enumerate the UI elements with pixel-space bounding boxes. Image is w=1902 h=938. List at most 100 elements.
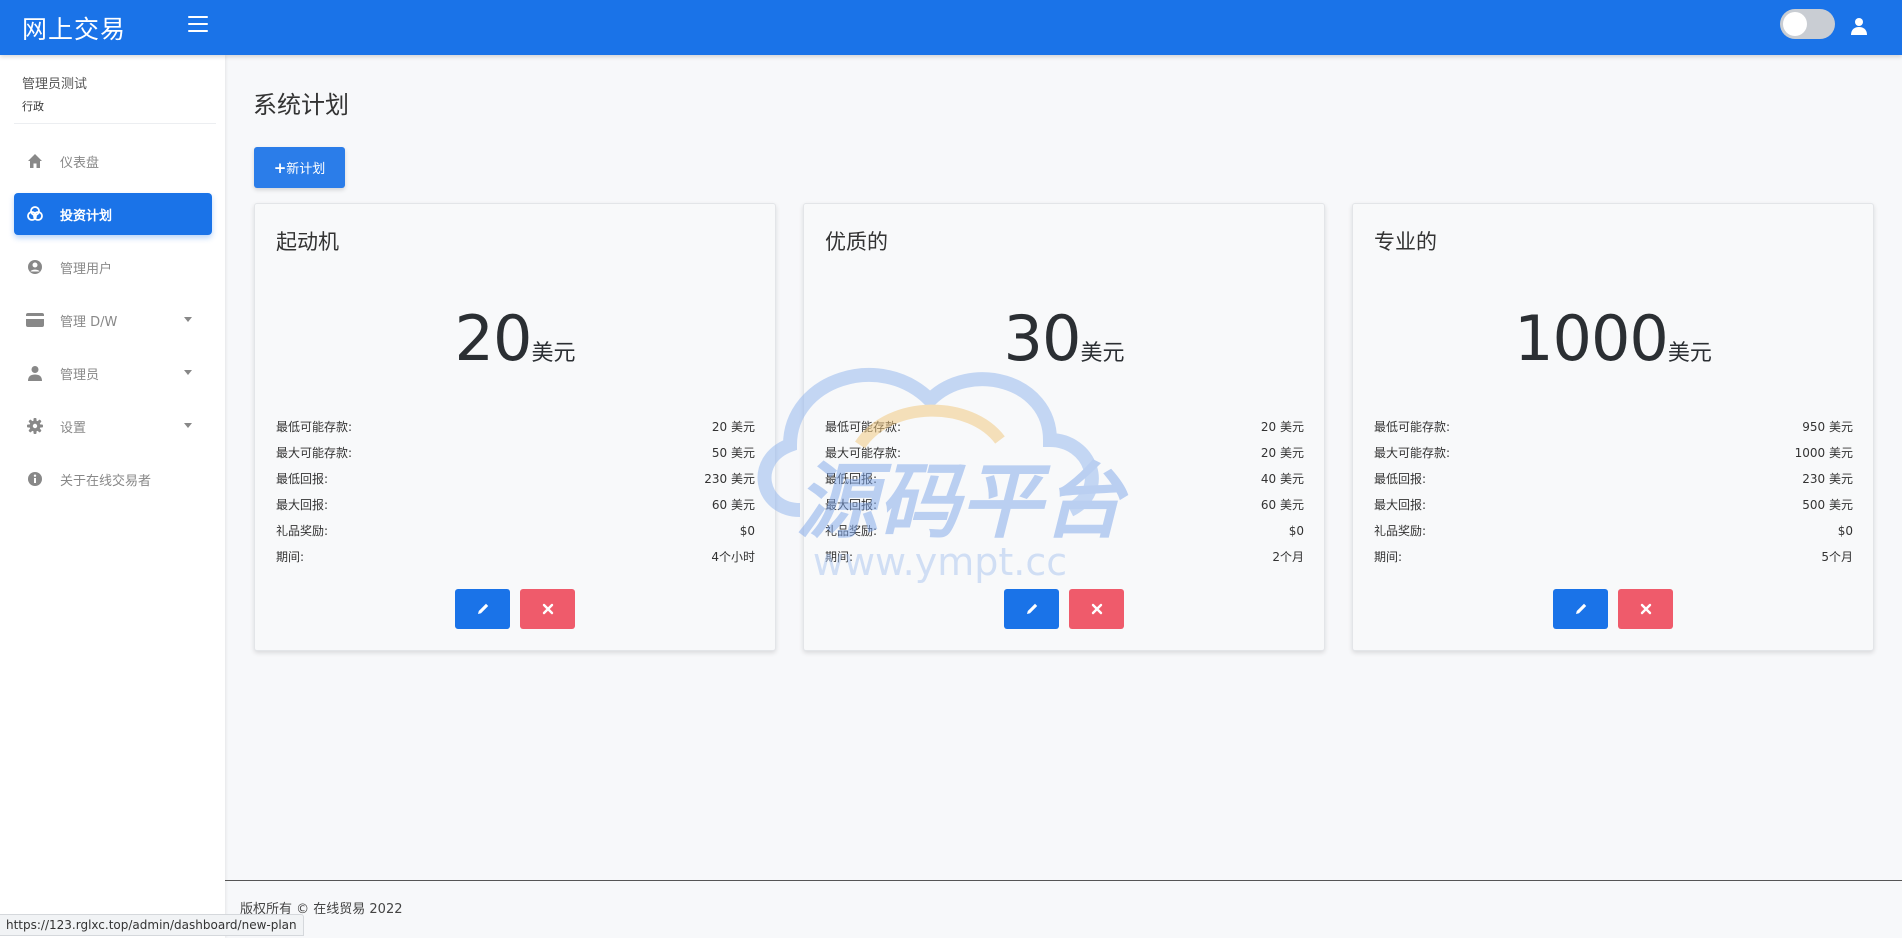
row-label: 最低可能存款: [825, 420, 902, 434]
delete-plan-button[interactable] [1069, 589, 1124, 629]
sidebar-nav: 仪表盘 投资计划 管理用户 管理 D/W 管理员 设置 关于在线交易者 [14, 140, 212, 511]
sidebar-item-admins[interactable]: 管理员 [14, 352, 212, 394]
plan-row-max-deposit: 最大可能存款: 1000 美元 [1374, 440, 1853, 466]
row-label: 最低回报: [276, 472, 329, 486]
plan-card-professional: 专业的 1000美元 最低可能存款: 950 美元 最大可能存款: 1000 美元 … [1352, 203, 1874, 651]
delete-plan-button[interactable] [1618, 589, 1673, 629]
row-label: 最大回报: [825, 498, 878, 512]
close-icon [542, 603, 553, 615]
sidebar-item-manage-users[interactable]: 管理用户 [14, 246, 212, 288]
row-value: $0 [739, 524, 755, 538]
close-icon [1640, 603, 1651, 615]
chevron-down-icon [184, 423, 192, 428]
plan-row-gift-bonus: 礼品奖励: $0 [825, 518, 1304, 544]
pencil-icon [1026, 603, 1037, 614]
row-value: 20 美元 [711, 420, 755, 434]
plan-name: 起动机 [276, 230, 339, 254]
plan-name: 优质的 [825, 230, 888, 254]
edit-plan-button[interactable] [455, 589, 510, 629]
row-value: 230 美元 [704, 472, 755, 486]
plan-price-amount: 30 [1003, 302, 1082, 375]
sidebar-item-label: 关于在线交易者 [60, 473, 152, 489]
sidebar-item-about[interactable]: 关于在线交易者 [14, 458, 212, 500]
sidebar-item-label: 设置 [60, 420, 87, 436]
row-label: 最低回报: [825, 472, 878, 486]
plan-row-duration: 期间: 5个月 [1374, 544, 1853, 570]
delete-plan-button[interactable] [520, 589, 575, 629]
plan-row-max-return: 最大回报: 60 美元 [825, 492, 1304, 518]
user-circle-icon [26, 258, 44, 276]
row-label: 最大可能存款: [276, 446, 353, 460]
sidebar-item-label: 管理员 [60, 367, 100, 383]
new-plan-label: 新计划 [286, 162, 326, 177]
row-value: 20 美元 [1260, 446, 1304, 460]
user-name: 管理员测试 [22, 77, 88, 92]
sidebar-item-investment-plans[interactable]: 投资计划 [14, 193, 212, 235]
pencil-icon [1575, 603, 1586, 614]
row-label: 期间: [276, 550, 305, 564]
brand-title[interactable]: 网上交易 [22, 10, 126, 46]
sidebar-item-label: 管理用户 [60, 261, 113, 277]
row-value: 950 美元 [1802, 420, 1853, 434]
row-label: 最大回报: [1374, 498, 1427, 512]
top-navbar: 网上交易 [0, 0, 1902, 55]
row-label: 期间: [1374, 550, 1403, 564]
plan-row-min-return: 最低回报: 230 美元 [276, 466, 755, 492]
plan-details: 最低可能存款: 20 美元 最大可能存款: 50 美元 最低回报: 230 美元 最大… [276, 414, 755, 570]
user-menu-icon[interactable] [1849, 16, 1869, 36]
chevron-down-icon [184, 317, 192, 322]
plan-row-duration: 期间: 2个月 [825, 544, 1304, 570]
plan-row-min-return: 最低回报: 40 美元 [825, 466, 1304, 492]
plan-price: 1000美元 [1353, 302, 1873, 375]
plan-row-min-deposit: 最低可能存款: 950 美元 [1374, 414, 1853, 440]
plan-card-premium: 优质的 30美元 最低可能存款: 20 美元 最大可能存款: 20 美元 最低回报:… [803, 203, 1325, 651]
row-label: 最大可能存款: [825, 446, 902, 460]
page-title: 系统计划 [253, 91, 349, 119]
row-value: 2个月 [1272, 550, 1304, 564]
plan-actions [1353, 589, 1873, 629]
row-value: $0 [1837, 524, 1853, 538]
edit-plan-button[interactable] [1004, 589, 1059, 629]
sidebar-item-dashboard[interactable]: 仪表盘 [14, 140, 212, 182]
plan-price-unit: 美元 [1080, 341, 1125, 366]
sidebar-item-manage-dw[interactable]: 管理 D/W [14, 299, 212, 341]
plan-row-gift-bonus: 礼品奖励: $0 [1374, 518, 1853, 544]
row-value: 20 美元 [1260, 420, 1304, 434]
row-value: 1000 美元 [1794, 446, 1853, 460]
info-icon [26, 470, 44, 488]
plan-details: 最低可能存款: 20 美元 最大可能存款: 20 美元 最低回报: 40 美元 最大回… [825, 414, 1304, 570]
edit-plan-button[interactable] [1553, 589, 1608, 629]
toggle-knob [1783, 12, 1807, 36]
plan-price-unit: 美元 [531, 341, 576, 366]
plan-actions [804, 589, 1324, 629]
plan-price-amount: 1000 [1514, 302, 1669, 375]
plan-row-max-return: 最大回报: 60 美元 [276, 492, 755, 518]
plan-details: 最低可能存款: 950 美元 最大可能存款: 1000 美元 最低回报: 230 美元… [1374, 414, 1853, 570]
row-value: 60 美元 [711, 498, 755, 512]
row-value: 50 美元 [711, 446, 755, 460]
footer-divider [225, 880, 1902, 881]
menu-toggle-icon[interactable] [188, 16, 208, 34]
row-value: 4个小时 [711, 550, 755, 564]
plan-price: 30美元 [804, 302, 1324, 375]
coins-icon [26, 205, 44, 223]
row-label: 礼品奖励: [276, 524, 329, 538]
user-icon [26, 364, 44, 382]
credit-card-icon [26, 311, 44, 329]
plan-row-min-return: 最低回报: 230 美元 [1374, 466, 1853, 492]
sidebar-item-label: 管理 D/W [60, 314, 118, 330]
row-value: 230 美元 [1802, 472, 1853, 486]
theme-toggle[interactable] [1780, 9, 1835, 39]
row-label: 礼品奖励: [1374, 524, 1427, 538]
sidebar-item-label: 投资计划 [60, 208, 113, 224]
plus-icon: + [273, 159, 287, 177]
new-plan-button[interactable]: +新计划 [254, 147, 345, 188]
chevron-down-icon [184, 370, 192, 375]
row-label: 最大可能存款: [1374, 446, 1451, 460]
row-value: 40 美元 [1260, 472, 1304, 486]
row-value: 60 美元 [1260, 498, 1304, 512]
link-preview-statusbar: https://123.rglxc.top/admin/dashboard/ne… [0, 914, 304, 936]
plan-row-gift-bonus: 礼品奖励: $0 [276, 518, 755, 544]
sidebar-item-settings[interactable]: 设置 [14, 405, 212, 447]
row-label: 最低回报: [1374, 472, 1427, 486]
